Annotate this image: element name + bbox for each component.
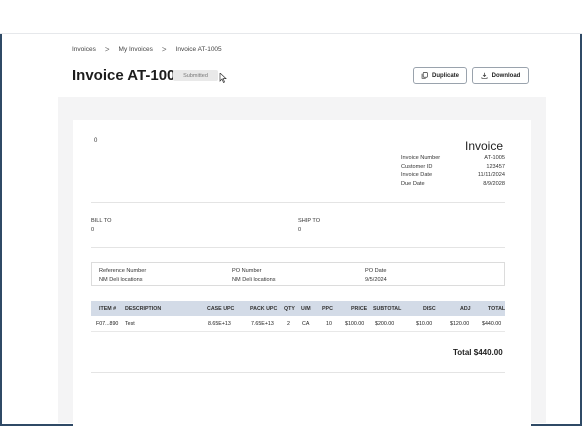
bill-to: BILL TO 0: [91, 217, 111, 235]
page-title: Invoice AT-1005: [72, 67, 184, 84]
po-date-value: 9/5/2024: [365, 276, 387, 283]
duplicate-label: Duplicate: [431, 72, 459, 79]
col-header: PRICE: [351, 305, 368, 312]
top-bar: [0, 0, 582, 34]
copy-icon: [421, 72, 428, 79]
meta-label: Invoice Number: [401, 155, 441, 161]
meta-value: 8/9/2028: [483, 181, 505, 188]
download-button[interactable]: Download: [472, 67, 529, 84]
invoice-total: Total $440.00: [453, 348, 503, 357]
divider: [91, 202, 505, 203]
from-address: 0: [94, 138, 98, 144]
po-number: PO Number NM Deli locations: [232, 267, 276, 284]
breadcrumb-my-invoices[interactable]: My Invoices: [119, 46, 153, 53]
col-header: DESCRIPTION: [125, 305, 162, 312]
divider: [91, 372, 505, 373]
meta-label: Due Date: [401, 181, 425, 188]
table-row: F07...890 Test 8.65E+13 7.65E+13 2 CA 10…: [91, 316, 505, 332]
reference-number-label: Reference Number: [99, 268, 147, 274]
download-label: Download: [491, 72, 521, 79]
duplicate-button[interactable]: Duplicate: [413, 67, 467, 84]
download-icon: [481, 72, 488, 79]
col-header: CASE UPC: [207, 305, 235, 312]
cell-qty: 2: [287, 320, 290, 327]
reference-number: Reference Number NM Deli locations: [99, 267, 146, 284]
col-header: ADJ: [460, 305, 471, 312]
reference-number-value: NM Deli locations: [99, 276, 143, 283]
col-header: PACK UPC: [250, 305, 278, 312]
cell-item: F07...890: [96, 320, 119, 327]
breadcrumb: Invoices > My Invoices > Invoice AT-1005: [72, 45, 222, 54]
divider: [91, 247, 505, 248]
meta-value: AT-1005: [484, 155, 505, 161]
col-header: TOTAL: [488, 305, 506, 312]
meta-value: 11/11/2024: [477, 172, 505, 179]
bill-to-label: BILL TO: [91, 218, 112, 224]
meta-row: Invoice Number AT-1005: [401, 155, 505, 164]
reference-box: Reference Number NM Deli locations PO Nu…: [91, 262, 505, 286]
meta-row: Invoice Date 11/11/2024: [401, 172, 505, 181]
meta-row: Customer ID 123457: [401, 164, 505, 173]
breadcrumb-separator: >: [161, 45, 167, 54]
invoice-meta: Invoice Number AT-1005 Customer ID 12345…: [401, 155, 505, 190]
table-header-row: ITEM # DESCRIPTION CASE UPC PACK UPC QTY…: [91, 301, 505, 316]
col-header: PPC: [322, 305, 333, 312]
meta-value: 123457: [486, 163, 505, 170]
meta-label: Customer ID: [401, 163, 433, 170]
meta-row: Due Date 8/9/2028: [401, 181, 505, 190]
status-badge: Submitted: [173, 70, 218, 81]
cell-price: $100.00: [345, 320, 365, 327]
bill-to-value: 0: [91, 227, 95, 233]
po-date: PO Date 9/5/2024: [365, 267, 387, 284]
cell-disc: $10.00: [416, 320, 433, 327]
ship-to: SHIP TO 0: [298, 217, 320, 235]
cell-subtotal: $200.00: [375, 320, 395, 327]
cell-description: Test: [125, 320, 135, 327]
invoice-heading: Invoice: [465, 139, 504, 153]
cell-case-upc: 8.65E+13: [208, 320, 231, 327]
ship-to-label: SHIP TO: [298, 218, 321, 224]
cell-ppc: 10: [326, 320, 332, 327]
mouse-cursor-icon: [219, 73, 227, 83]
cell-pack-upc: 7.65E+13: [251, 320, 274, 327]
breadcrumb-current: Invoice AT-1005: [175, 46, 222, 53]
col-header: ITEM #: [99, 305, 117, 312]
breadcrumb-invoices[interactable]: Invoices: [72, 46, 96, 53]
po-date-label: PO Date: [365, 268, 387, 274]
cell-adj: $120.00: [450, 320, 470, 327]
meta-label: Invoice Date: [401, 172, 433, 179]
po-number-label: PO Number: [232, 268, 262, 274]
col-header: DISC: [423, 305, 436, 312]
breadcrumb-separator: >: [104, 45, 110, 54]
cell-total: $440.00: [482, 320, 502, 327]
cell-um: CA: [302, 320, 310, 327]
col-header: U/M: [301, 305, 311, 312]
po-number-value: NM Deli locations: [232, 276, 276, 283]
col-header: SUBTOTAL: [373, 305, 402, 312]
col-header: QTY: [284, 305, 295, 312]
line-items-table: ITEM # DESCRIPTION CASE UPC PACK UPC QTY…: [91, 301, 505, 332]
ship-to-value: 0: [298, 227, 302, 233]
